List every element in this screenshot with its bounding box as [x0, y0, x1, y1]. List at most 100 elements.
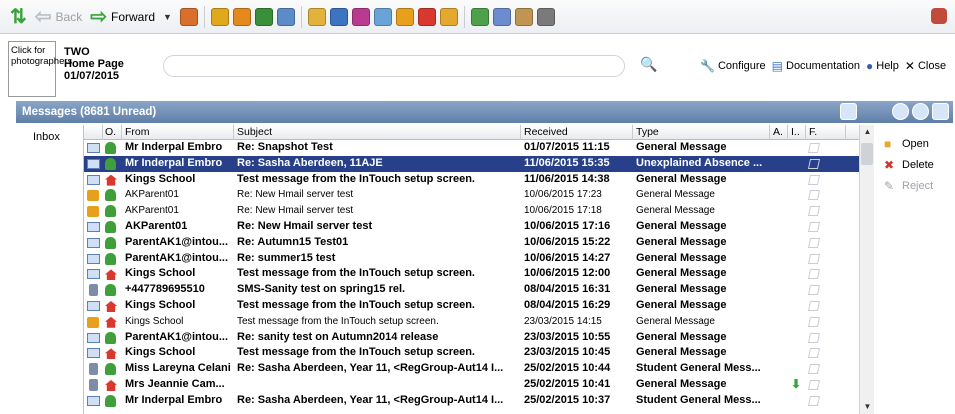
cell-flag[interactable]: [806, 172, 846, 188]
module-button-icon[interactable]: [254, 7, 273, 26]
flag-icon[interactable]: [807, 190, 821, 201]
col-from[interactable]: From: [122, 125, 234, 140]
cell-flag[interactable]: [806, 282, 846, 298]
module-button-icon[interactable]: [492, 7, 511, 26]
table-row[interactable]: Kings School Test message from the InTouc…: [84, 266, 874, 282]
module-button-icon[interactable]: [210, 7, 229, 26]
module-button-icon[interactable]: [514, 7, 533, 26]
cell-flag[interactable]: [806, 393, 846, 409]
module-button-icon[interactable]: [276, 7, 295, 26]
flag-icon[interactable]: [807, 174, 821, 185]
module-button-icon[interactable]: [417, 7, 436, 26]
flag-icon[interactable]: [807, 395, 821, 406]
cell-flag[interactable]: [806, 187, 846, 203]
down-icon[interactable]: [912, 103, 929, 120]
flag-icon[interactable]: [807, 253, 821, 264]
cell-flag[interactable]: [806, 140, 846, 156]
table-row[interactable]: AKParent01 Re: New Hmail server test 10/06…: [84, 219, 874, 235]
configure-link[interactable]: 🔧 Configure: [700, 59, 766, 73]
col-f[interactable]: F.: [806, 125, 846, 140]
col-icon[interactable]: [84, 125, 103, 140]
refresh-button[interactable]: ⇅: [6, 4, 31, 30]
table-row[interactable]: ParentAK1@intou... Re: Autumn15 Test01 10/…: [84, 235, 874, 251]
flag-icon[interactable]: [807, 269, 821, 280]
cell-flag[interactable]: [806, 298, 846, 314]
cell-flag[interactable]: [806, 266, 846, 282]
col-a[interactable]: A.: [770, 125, 788, 140]
scroll-thumb[interactable]: [861, 143, 873, 165]
flag-icon[interactable]: [807, 316, 821, 327]
col-o[interactable]: O.: [103, 125, 122, 140]
flag-icon[interactable]: [807, 332, 821, 343]
cell-flag[interactable]: [806, 156, 846, 172]
cell-flag[interactable]: [806, 235, 846, 251]
help-link[interactable]: ● Help: [866, 59, 899, 73]
table-row[interactable]: +447789695510 SMS-Sanity test on spring15…: [84, 282, 874, 298]
flag-icon[interactable]: [807, 221, 821, 232]
download-icon[interactable]: ⬇: [791, 377, 801, 391]
module-button-icon[interactable]: [373, 7, 392, 26]
cell-flag[interactable]: [806, 203, 846, 219]
photo-placeholder[interactable]: Click for photographers.: [8, 41, 75, 97]
documentation-link[interactable]: ▤ Documentation: [772, 59, 860, 73]
table-row[interactable]: Miss Lareyna Celani Re: Sasha Aberdeen, Y…: [84, 361, 874, 377]
open-button[interactable]: ■ Open: [884, 133, 934, 154]
table-row[interactable]: ParentAK1@intou... Re: summer15 test 10/06…: [84, 251, 874, 267]
scroll-up-icon[interactable]: ▲: [860, 125, 875, 139]
search-input[interactable]: [163, 55, 625, 77]
module-button-icon[interactable]: [179, 7, 198, 26]
forward-button[interactable]: ⇨ Forward: [86, 4, 159, 30]
cell-flag[interactable]: [806, 345, 846, 361]
module-button-icon[interactable]: [395, 7, 414, 26]
module-button-icon[interactable]: [439, 7, 458, 26]
flag-icon[interactable]: [807, 158, 821, 169]
table-row[interactable]: AKParent01 Re: New Hmail server test 10/06…: [84, 187, 874, 203]
cell-flag[interactable]: [806, 377, 846, 393]
table-row[interactable]: Mr Inderpal Embro Re: Snapshot Test 01/07/…: [84, 140, 874, 156]
flag-icon[interactable]: [807, 379, 821, 390]
delete-button[interactable]: ✖ Delete: [884, 154, 934, 175]
col-subject[interactable]: Subject: [234, 125, 521, 140]
col-received[interactable]: Received: [521, 125, 633, 140]
table-row[interactable]: Kings School Test message from the InTouc…: [84, 314, 874, 330]
col-i[interactable]: I..: [788, 125, 806, 140]
col-type[interactable]: Type: [633, 125, 770, 140]
module-button-icon[interactable]: [536, 7, 555, 26]
table-row[interactable]: Kings School Test message from the InTouc…: [84, 345, 874, 361]
cell-flag[interactable]: [806, 361, 846, 377]
folder-inbox[interactable]: Inbox: [33, 131, 60, 143]
cell-flag[interactable]: [806, 219, 846, 235]
module-button-icon[interactable]: [470, 7, 489, 26]
module-button-icon[interactable]: [351, 7, 370, 26]
table-row[interactable]: Kings School Test message from the InTouc…: [84, 172, 874, 188]
flag-icon[interactable]: [807, 300, 821, 311]
reject-button[interactable]: ✎ Reject: [884, 175, 934, 196]
cell-flag[interactable]: [806, 330, 846, 346]
table-row[interactable]: Kings School Test message from the InTouc…: [84, 298, 874, 314]
table-row[interactable]: ParentAK1@intou... Re: sanity test on Aut…: [84, 330, 874, 346]
flag-icon[interactable]: [807, 285, 821, 296]
back-button[interactable]: ⇦ Back: [31, 4, 86, 30]
search-icon[interactable]: 🔍: [640, 56, 657, 73]
refresh-messages-icon[interactable]: [892, 103, 909, 120]
module-button-icon[interactable]: [232, 7, 251, 26]
flag-icon[interactable]: [807, 206, 821, 217]
flag-icon[interactable]: [807, 143, 821, 153]
flag-icon[interactable]: [807, 348, 821, 359]
flag-icon[interactable]: [807, 364, 821, 375]
module-button-icon[interactable]: [307, 7, 326, 26]
flag-icon[interactable]: [807, 237, 821, 248]
compose-icon[interactable]: [840, 103, 857, 120]
table-row[interactable]: Mr Inderpal Embro Re: Sasha Aberdeen, 11A…: [84, 155, 874, 172]
cell-flag[interactable]: [806, 314, 846, 330]
table-row[interactable]: Mr Inderpal Embro Re: Sasha Aberdeen, Yea…: [84, 393, 874, 409]
history-dropdown-icon[interactable]: ▼: [163, 12, 172, 22]
module-button-icon[interactable]: [329, 7, 348, 26]
app-logo-icon[interactable]: [931, 8, 947, 24]
maximize-icon[interactable]: [932, 103, 949, 120]
table-row[interactable]: AKParent01 Re: New Hmail server test 10/06…: [84, 203, 874, 219]
cell-flag[interactable]: [806, 251, 846, 267]
scroll-down-icon[interactable]: ▼: [860, 400, 875, 414]
close-link[interactable]: ✕ Close: [905, 59, 946, 73]
grid-scrollbar[interactable]: ▲ ▼: [859, 125, 874, 414]
